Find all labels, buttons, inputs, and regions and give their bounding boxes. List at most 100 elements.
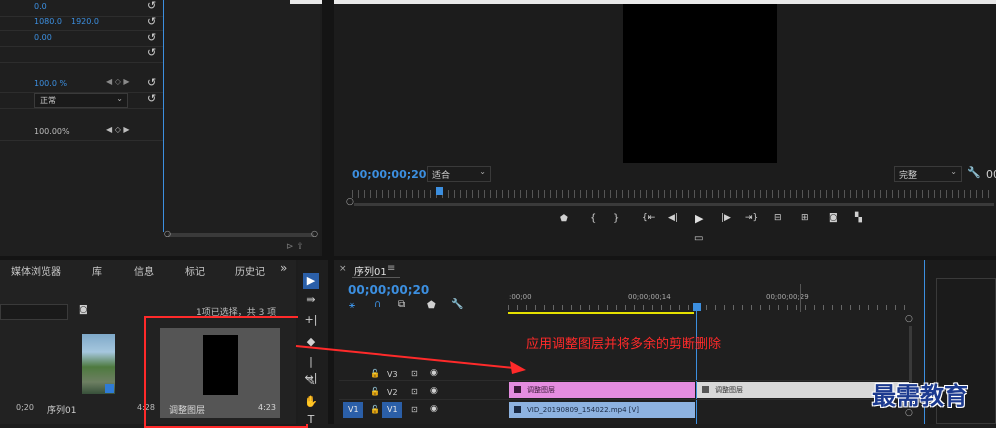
track-target-v1[interactable]: V1 — [382, 402, 402, 418]
reset-icon[interactable]: ↺ — [147, 0, 156, 12]
lift-icon[interactable]: ⊟ — [774, 213, 782, 223]
ec-scrollbar[interactable] — [168, 233, 314, 237]
new-bin-icon[interactable]: ◙ — [79, 305, 88, 315]
comparison-view-icon[interactable]: ▚ — [855, 213, 862, 223]
reset-icon[interactable]: ↺ — [147, 31, 156, 44]
hand-tool-icon[interactable]: ✋ — [303, 394, 319, 410]
wrench-icon[interactable]: 🔧 — [451, 299, 463, 310]
snap-icon[interactable]: ∩ — [374, 299, 381, 310]
step-back-icon[interactable]: ◀| — [668, 213, 678, 223]
track-name: V1 — [387, 405, 398, 414]
tab-markers[interactable]: 标记 — [185, 263, 205, 278]
monitor-trailing-timecode: 00 — [986, 168, 996, 181]
reset-icon[interactable]: ↺ — [147, 76, 156, 89]
annotation-highlight-box — [144, 316, 308, 428]
track-lane — [339, 399, 909, 400]
video-clip[interactable]: VID_20190809_154022.mp4 [V] — [509, 402, 695, 418]
timeline-tab-title[interactable]: 序列01 — [354, 263, 387, 278]
scroll-handle-icon[interactable]: ○ — [311, 229, 318, 238]
in-point-icon[interactable]: ○ — [346, 197, 354, 207]
sync-lock-icon[interactable]: ⊡ — [411, 405, 418, 414]
timeline-close-icon[interactable]: × — [339, 264, 347, 274]
project-search-input[interactable] — [0, 304, 68, 320]
ripple-edit-tool-icon[interactable]: +| — [303, 312, 319, 328]
tab-info[interactable]: 信息 — [134, 263, 154, 278]
ec-row: 正常 ⌄ ↺ — [0, 92, 164, 109]
timeline-ruler-divider — [800, 284, 801, 312]
ec-value[interactable]: 1080.0 — [34, 17, 62, 26]
timeline-tab-underline — [352, 277, 400, 278]
ec-value[interactable]: 0.0 — [34, 2, 47, 11]
ec-value[interactable]: 1920.0 — [71, 17, 99, 26]
keyframe-nav-icon[interactable]: ◀ ◇ ▶ — [106, 77, 130, 86]
lock-icon[interactable]: 🔓 — [370, 405, 380, 414]
reset-icon[interactable]: ↺ — [147, 15, 156, 28]
adjustment-layer-clip[interactable]: 调整图层 — [509, 382, 695, 398]
go-to-in-icon[interactable]: {⇤ — [642, 213, 655, 223]
annotation-arrow — [295, 345, 526, 374]
selection-tool-icon[interactable]: ▶ — [303, 273, 319, 289]
ec-value[interactable]: 100.00% — [34, 127, 70, 136]
program-timecode[interactable]: 00;00;00;20 — [352, 168, 426, 181]
linked-selection-icon[interactable]: ⧉ — [398, 299, 405, 310]
reset-icon[interactable]: ↺ — [147, 92, 156, 105]
sync-lock-icon[interactable]: ⊡ — [411, 387, 418, 396]
blend-mode-value: 正常 — [40, 96, 56, 105]
quality-value: 完整 — [899, 171, 918, 181]
timeline-work-area-bar[interactable] — [508, 312, 694, 314]
eye-icon[interactable]: ◉ — [430, 404, 438, 414]
scroll-handle-icon[interactable]: ○ — [905, 314, 913, 324]
mark-out-icon[interactable]: } — [613, 213, 619, 224]
source-track-target[interactable]: V1 — [343, 402, 363, 418]
timeline-timecode[interactable]: 00;00;00;20 — [348, 283, 429, 297]
timeline-menu-icon[interactable]: ≡ — [387, 263, 395, 274]
fit-select[interactable]: 适合 ⌄ — [427, 166, 491, 182]
add-marker-icon[interactable]: ⬟ — [427, 300, 436, 311]
track-lane — [339, 380, 909, 381]
monitor-ruler[interactable] — [352, 190, 992, 198]
reset-icon[interactable]: ↺ — [147, 46, 156, 59]
item-name[interactable]: 序列01 — [47, 403, 76, 416]
chevron-down-icon: ⌄ — [950, 167, 957, 176]
ec-value[interactable]: 0.00 — [34, 33, 52, 42]
step-forward-icon[interactable]: |▶ — [721, 213, 731, 223]
marker-icon[interactable]: ⬟ — [560, 214, 568, 224]
timeline-ruler-ticks[interactable] — [508, 305, 908, 310]
tab-libraries[interactable]: 库 — [92, 263, 102, 278]
clip-label: 调整图层 — [715, 386, 743, 394]
annotation-text: 应用调整图层并将多余的剪断删除 — [526, 337, 722, 352]
track-select-tool-icon[interactable]: ⇛ — [303, 292, 319, 308]
monitor-playhead[interactable] — [436, 187, 443, 195]
timeline-playhead-head[interactable] — [693, 303, 701, 311]
filter-icon[interactable]: ⊳ ⇪ — [286, 242, 304, 252]
tab-media-browser[interactable]: 媒体浏览器 — [11, 263, 61, 278]
safe-margins-icon[interactable]: ▭ — [694, 233, 703, 244]
ec-timeline-playhead[interactable] — [163, 0, 164, 232]
chevron-down-icon: ⌄ — [479, 167, 486, 176]
keyframe-nav-icon[interactable]: ◀ ◇ ▶ — [106, 125, 130, 134]
wrench-icon[interactable]: 🔧 — [967, 166, 981, 179]
quality-select[interactable]: 完整 ⌄ — [894, 166, 962, 182]
monitor-zoom-bar[interactable] — [354, 203, 994, 206]
eye-icon[interactable]: ◉ — [430, 386, 438, 396]
nest-toggle-icon[interactable]: ⚹ — [349, 300, 355, 311]
tab-history[interactable]: 历史记 — [235, 263, 265, 278]
mark-in-icon[interactable]: { — [590, 213, 596, 224]
ec-row: ↺ — [0, 46, 164, 63]
sequence-thumbnail[interactable] — [82, 334, 115, 394]
scroll-handle-icon[interactable]: ○ — [164, 229, 171, 238]
go-to-out-icon[interactable]: ⇥} — [745, 213, 758, 223]
fit-value: 适合 — [432, 171, 451, 181]
play-icon[interactable]: ▶ — [695, 212, 703, 225]
ec-value[interactable]: 100.0 % — [34, 79, 67, 88]
blend-mode-select[interactable]: 正常 ⌄ — [34, 93, 128, 108]
tabs-overflow-button[interactable]: » — [280, 261, 287, 275]
ruler-label: 00;00;00;14 — [628, 293, 671, 301]
type-tool-icon[interactable]: T — [303, 412, 319, 428]
fx-badge-icon — [702, 386, 709, 393]
extract-icon[interactable]: ⊞ — [801, 213, 809, 223]
clip-label: 调整图层 — [527, 386, 555, 394]
ec-row: 0.00 ↺ — [0, 30, 164, 47]
camera-icon[interactable]: ◙ — [829, 213, 838, 223]
lock-icon[interactable]: 🔓 — [370, 387, 380, 396]
